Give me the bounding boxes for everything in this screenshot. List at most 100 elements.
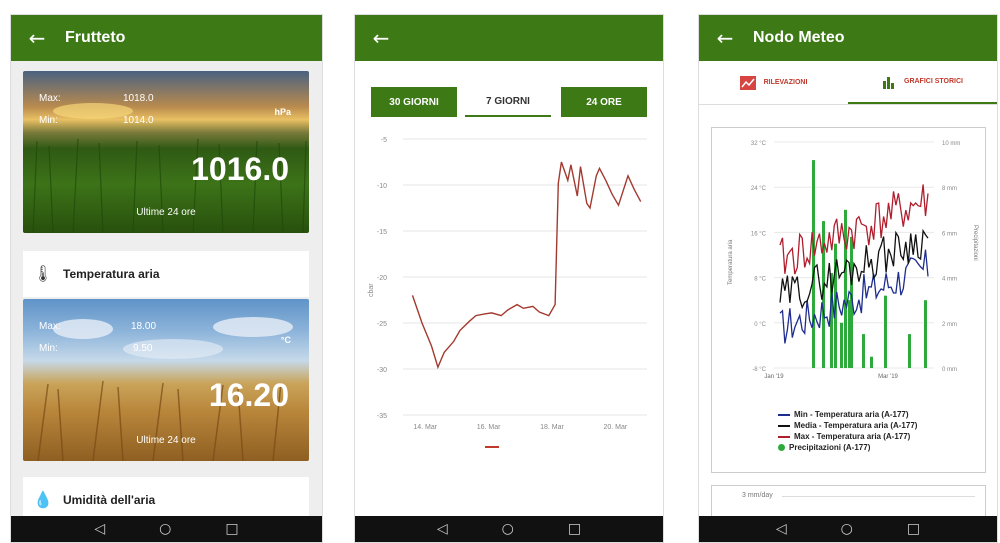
legend-item: Media - Temperatura aria (A-177) — [778, 421, 917, 430]
nav-back-icon[interactable]: ◁ — [437, 521, 448, 537]
legend-label: Precipitazioni (A-177) — [789, 443, 871, 452]
thermometer-icon: 🌡 — [32, 266, 54, 283]
y-tick-label: -15 — [377, 229, 387, 236]
range-30-days-button[interactable]: 30 GIORNI — [371, 87, 457, 117]
y-tick-label: -35 — [377, 413, 387, 420]
nav-recents-icon[interactable]: □ — [907, 521, 920, 537]
nav-home-icon[interactable]: ○ — [159, 521, 171, 537]
tab-rilevazioni[interactable]: RILEVAZIONI — [699, 61, 848, 104]
y-axis-label: Temperatura aria — [728, 239, 734, 285]
y2-tick-label: 8 mm — [942, 186, 957, 192]
tab-label: RILEVAZIONI — [763, 79, 808, 86]
screen-nodo-meteo: ← Nodo Meteo RILEVAZIONI GRAFICI STORICI… — [698, 14, 998, 543]
line-chart-icon — [739, 75, 756, 90]
precipitation-bar — [840, 322, 843, 368]
x-tick-label: Mar '19 — [878, 374, 898, 380]
legend-line-swatch — [778, 424, 790, 427]
y2-tick-label: 4 mm — [942, 277, 957, 283]
y-tick-label: -5 — [381, 137, 387, 144]
precipitation-bar — [844, 209, 847, 368]
legend-dot-swatch — [778, 444, 785, 451]
legend-label: Media - Temperatura aria (A-177) — [794, 421, 918, 430]
unit-label: °C — [280, 335, 291, 345]
y2-tick-label: 2 mm — [942, 322, 957, 328]
nav-recents-icon[interactable]: □ — [568, 521, 581, 537]
pressure-card[interactable]: Max: 1018.0 Min: 1014.0 hPa 1016.0 Ultim… — [23, 71, 309, 233]
max-temp-line — [779, 184, 929, 275]
legend-item: Max - Temperatura aria (A-177) — [778, 432, 910, 441]
tab-label: GRAFICI STORICI — [904, 78, 963, 85]
page-title: Nodo Meteo — [753, 29, 845, 46]
period-label: Ultime 24 ore — [136, 207, 196, 218]
y-tick-label: 32 °C — [751, 141, 767, 147]
current-value: 1016.0 — [191, 151, 289, 187]
y-tick-label: -30 — [377, 367, 387, 374]
y-tick-label: 8 °C — [754, 277, 766, 283]
temperature-precipitation-chart: 32 °C 10 mm 24 °C 8 mm 16 °C 6 mm 8 °C 4 mm 0 °C… — [728, 141, 978, 380]
range-7-days-button[interactable]: 7 GIORNI — [465, 87, 551, 117]
row-label: Umidità dell'aria — [63, 493, 156, 507]
y2-tick-label: 6 mm — [942, 231, 957, 237]
app-bar: ← Frutteto — [11, 15, 322, 61]
y-tick-label: 24 °C — [751, 186, 767, 192]
legend-line-swatch — [778, 435, 790, 438]
screen-frutteto: ← Frutteto Max: 1018.0 Min: 1014.0 hPa 1… — [10, 14, 323, 543]
cbar-series-line — [411, 161, 642, 370]
bar-chart-icon — [883, 76, 894, 89]
app-bar: ← Nodo Meteo — [699, 15, 997, 61]
precipitation-bar — [862, 334, 865, 368]
max-label: Max: — [39, 321, 61, 332]
x-tick-label: Jan '19 — [764, 374, 784, 380]
nav-back-icon[interactable]: ◁ — [94, 521, 105, 537]
row-label: Temperatura aria — [63, 267, 160, 281]
precipitation-bar — [908, 334, 911, 368]
y-tick-label: -8 °C — [752, 367, 766, 373]
nav-back-icon[interactable]: ◁ — [776, 521, 787, 537]
legend-item: Precipitazioni (A-177) — [778, 443, 870, 452]
x-tick-label: 14. Mar — [413, 424, 437, 431]
y-tick-label: 0 °C — [754, 322, 766, 328]
period-label: Ultime 24 ore — [136, 435, 196, 446]
legend-label: Max - Temperatura aria (A-177) — [794, 432, 911, 441]
y-tick-label: 3 mm/day — [742, 492, 773, 499]
nav-recents-icon[interactable]: □ — [225, 521, 238, 537]
y-tick-label: 16 °C — [751, 231, 767, 237]
legend-item: Min - Temperatura aria (A-177) — [778, 410, 909, 419]
min-value: 1014.0 — [123, 115, 154, 126]
page-title: Frutteto — [65, 29, 126, 46]
max-value: 18.00 — [131, 321, 157, 332]
temperature-row[interactable]: 🌡 Temperatura aria — [23, 251, 309, 297]
precipitation-bar — [884, 295, 887, 368]
precipitation-bar — [812, 160, 815, 368]
android-nav-bar: ◁ ○ □ — [11, 516, 322, 542]
precipitation-bar — [870, 356, 873, 368]
screen-sensor-chart: ← 30 GIORNI 7 GIORNI 24 ORE -5 -10 -15 -20-… — [354, 14, 664, 543]
y2-tick-label: 0 mm — [942, 367, 957, 373]
precipitation-bar — [924, 300, 927, 368]
x-tick-label: 16. Mar — [477, 424, 501, 431]
back-arrow-icon[interactable]: ← — [361, 26, 401, 50]
unit-label: hPa — [274, 107, 291, 117]
min-label: Min: — [39, 343, 58, 354]
drop-icon: 💧 — [33, 492, 53, 509]
android-nav-bar: ◁ ○ □ — [355, 516, 663, 542]
max-label: Max: — [39, 93, 61, 104]
back-arrow-icon[interactable]: ← — [17, 26, 57, 50]
current-value: 16.20 — [208, 377, 289, 413]
legend-line-swatch — [778, 413, 790, 416]
tab-bar: RILEVAZIONI GRAFICI STORICI — [699, 61, 997, 105]
range-24-hours-button[interactable]: 24 ORE — [561, 87, 647, 117]
y2-axis-label: Precipitazioni — [972, 225, 978, 261]
app-bar: ← — [355, 15, 663, 61]
nav-home-icon[interactable]: ○ — [502, 521, 514, 537]
back-arrow-icon[interactable]: ← — [705, 26, 745, 50]
legend-label: Min - Temperatura aria (A-177) — [794, 410, 909, 419]
y-tick-label: -20 — [377, 275, 387, 282]
nav-home-icon[interactable]: ○ — [841, 521, 853, 537]
tab-grafici-storici[interactable]: GRAFICI STORICI — [848, 61, 997, 104]
gridline — [782, 496, 975, 497]
max-value: 1018.0 — [123, 93, 154, 104]
temperature-card[interactable]: Max: 18.00 Min: 9.50 °C 16.20 Ultime 24 … — [23, 299, 309, 461]
x-tick-label: 18. Mar — [540, 424, 564, 431]
y-tick-label: -25 — [377, 321, 387, 328]
